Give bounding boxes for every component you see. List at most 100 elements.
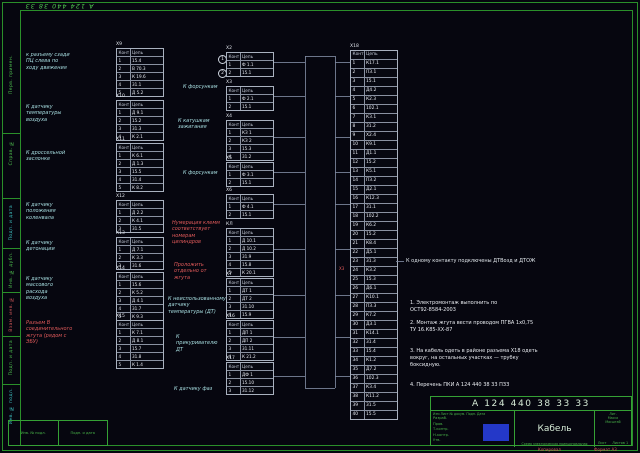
pin-cell: Конт bbox=[227, 53, 241, 60]
note-4: 4. Перечень ПКИ А 124 440 38 33 ПЗЗ bbox=[410, 382, 615, 389]
pin-row: КонтЦепь bbox=[117, 101, 163, 108]
note-1: 1. Электромонтаж выполнить по ОСТ92-8584… bbox=[410, 300, 615, 314]
pin-cell: 31.5 bbox=[131, 225, 164, 232]
pin-row: 37КЗ.4 bbox=[351, 383, 397, 392]
pin-row: 15Д2.1 bbox=[351, 185, 397, 194]
kopiroval-label: Копировал bbox=[538, 447, 561, 452]
pin-cell: Д 1.3 bbox=[131, 160, 164, 167]
pin-cell: 13 bbox=[351, 168, 365, 176]
pin-cell: 2 bbox=[117, 117, 131, 124]
pin-cell: 33 bbox=[351, 348, 365, 356]
pin-cell: Конт bbox=[117, 321, 131, 328]
pin-row: 215.10 bbox=[227, 378, 273, 386]
cable-line bbox=[305, 56, 306, 388]
pin-row: КонтЦепь bbox=[227, 87, 273, 94]
pin-row: 5К 8.2 bbox=[117, 183, 163, 191]
pin-cell: 31.1 bbox=[365, 204, 398, 212]
annotation-air-temp-sensor: К датчику температуры воздуха bbox=[26, 104, 61, 123]
pin-cell: 102.2 bbox=[365, 213, 398, 221]
pin-cell: 15.2 bbox=[365, 231, 398, 239]
wire-line bbox=[274, 295, 305, 296]
pin-cell: 15.1 bbox=[241, 69, 274, 76]
pin-cell: 2 bbox=[227, 379, 241, 386]
annotation-shared-contact: К одному контакту подключены ДТВозд и ДТ… bbox=[406, 258, 581, 264]
pin-cell: 1 bbox=[117, 209, 131, 216]
pin-cell: К17.1 bbox=[365, 60, 398, 68]
pin-cell: 32 bbox=[351, 339, 365, 347]
wire-line bbox=[274, 204, 305, 205]
pin-row: 5К2.3 bbox=[351, 95, 397, 104]
pin-row: КонтЦепь bbox=[351, 51, 397, 59]
pin-row: 431.7 bbox=[117, 304, 163, 312]
pin-cell: 23 bbox=[351, 258, 365, 266]
pin-row: 1Ф 4.1 bbox=[227, 202, 273, 210]
pin-cell: К3.2 bbox=[365, 267, 398, 275]
pin-cell: 1 bbox=[227, 95, 241, 102]
wire-line bbox=[335, 249, 350, 250]
cable-line bbox=[335, 56, 336, 388]
stamp-label: Подп. и дата bbox=[9, 340, 14, 375]
scale-label: Масштаб bbox=[595, 420, 631, 424]
pin-cell: К 19.6 bbox=[131, 73, 164, 80]
pin-cell: К9.1 bbox=[365, 141, 398, 149]
pin-row: 2Д 1.3 bbox=[117, 159, 163, 167]
pin-cell: Конт bbox=[351, 51, 365, 59]
annotation-maf-sensor: К датчику массового расхода воздуха bbox=[26, 276, 53, 301]
pin-row: КонтЦепь bbox=[117, 49, 163, 56]
annotation-ecu-connector: Разъем В соединительного жгута (рядом с … bbox=[26, 320, 72, 345]
pin-row: 2ПЗ.1 bbox=[351, 68, 397, 77]
pin-cell: 3 bbox=[117, 297, 131, 304]
connector-label: Х17 bbox=[226, 356, 235, 361]
pin-row: 1Д 7.1 bbox=[117, 245, 163, 253]
pin-row: 35Д7.2 bbox=[351, 365, 397, 374]
annotation-lighter: К прикуривателю ДТ bbox=[176, 334, 218, 353]
margin-divider bbox=[3, 248, 20, 249]
pin-cell: Конт bbox=[117, 101, 131, 108]
pin-row: 1К 7.1 bbox=[117, 328, 163, 336]
pin-cell: 34 bbox=[351, 357, 365, 365]
pin-row: 431.8 bbox=[117, 352, 163, 360]
pin-cell: К 1.4 bbox=[131, 361, 164, 368]
pin-cell: 31 bbox=[351, 330, 365, 338]
pin-row: 2Д 8.1 bbox=[117, 336, 163, 344]
connector-table: КонтЦепь1Ф 3.1215.1 bbox=[226, 162, 274, 187]
pin-row: КонтЦепь bbox=[227, 53, 273, 60]
pin-cell: 15.8 bbox=[241, 261, 274, 268]
sheet-inner-frame bbox=[20, 10, 633, 446]
pin-cell: 10 bbox=[351, 141, 365, 149]
pin-cell: К6.2 bbox=[365, 222, 398, 230]
pin-cell: Конт bbox=[227, 321, 241, 328]
pin-cell: 31.1 bbox=[131, 81, 164, 88]
pin-row: 215.1 bbox=[227, 102, 273, 110]
pin-cell: 5 bbox=[351, 96, 365, 104]
pin-row: 9Х2.4 bbox=[351, 131, 397, 140]
pin-cell: 15.9 bbox=[241, 311, 274, 318]
pin-cell: Конт bbox=[227, 279, 241, 286]
annotation-injectors-2: К форсункам bbox=[183, 170, 217, 176]
pin-row: 2Д 10.2 bbox=[227, 244, 273, 252]
pin-cell: К8.4 bbox=[365, 240, 398, 248]
annotation-ignition-coils: К катушкам зажигания bbox=[178, 118, 210, 131]
pin-row: 431.2 bbox=[227, 152, 273, 160]
pin-row: 115.4 bbox=[117, 56, 163, 64]
pin-cell: 3 bbox=[117, 345, 131, 352]
format-label: Формат A3 bbox=[594, 447, 617, 452]
pin-row: 1Д 10.1 bbox=[227, 236, 273, 244]
pin-cell: ПЗ.1 bbox=[365, 69, 398, 77]
wire-line bbox=[274, 96, 305, 97]
pin-row: КонтЦепь bbox=[227, 279, 273, 286]
stamp-label: Взам. инв. № bbox=[9, 296, 14, 332]
pin-cell: 15.3 bbox=[241, 145, 274, 152]
wire-line bbox=[274, 249, 305, 250]
pin-row: 36102.3 bbox=[351, 374, 397, 383]
pin-row: 315.7 bbox=[117, 344, 163, 352]
pin-cell: 3 bbox=[117, 73, 131, 80]
part-name: Кабель bbox=[537, 424, 571, 434]
pin-cell: Конт bbox=[117, 144, 131, 151]
pin-row: 3Д 4.1 bbox=[117, 296, 163, 304]
pin-cell: 2 bbox=[117, 160, 131, 167]
pin-cell: 2 bbox=[117, 289, 131, 296]
pin-cell: К 5.2 bbox=[131, 289, 164, 296]
pin-row: КонтЦепь bbox=[117, 144, 163, 151]
connector-table: КонтЦепь1Д 9.1215.2331.34К 2.1 bbox=[116, 100, 164, 141]
